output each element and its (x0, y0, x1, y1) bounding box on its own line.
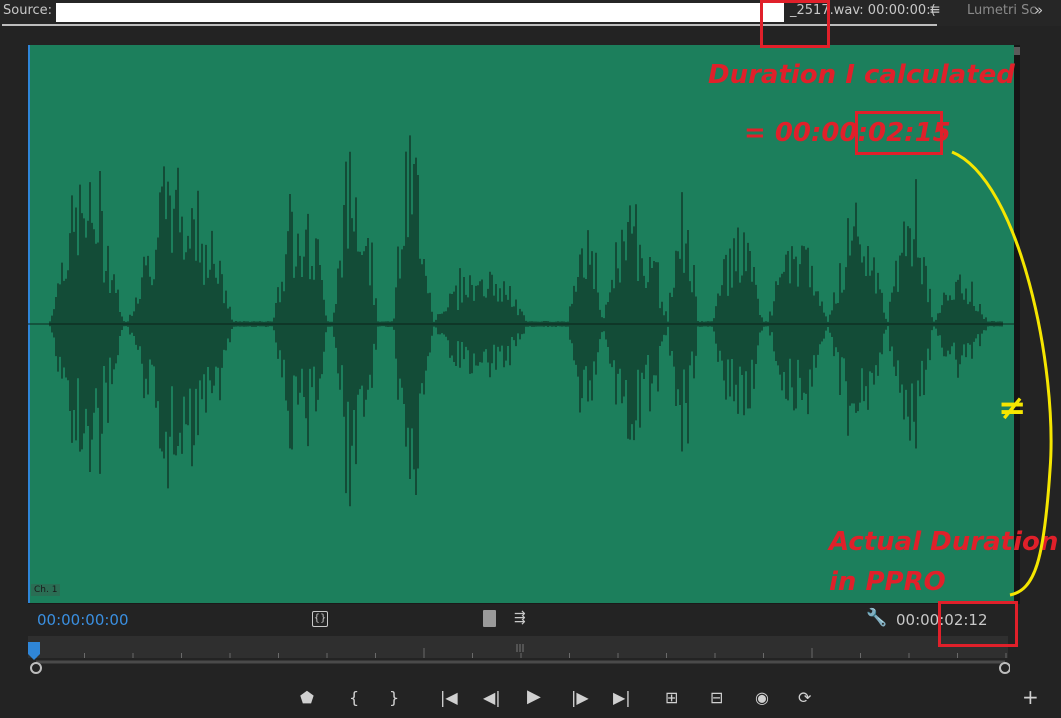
add-button-icon[interactable]: + (1022, 685, 1039, 709)
annotation-actual-sub: in PPRO (829, 567, 946, 597)
export-frame-icon[interactable]: ◉ (755, 688, 769, 707)
go-to-out-icon[interactable]: ▶| (613, 688, 631, 707)
mark-out-icon[interactable]: } (389, 688, 399, 707)
drag-audio-icon[interactable]: ⇶ (514, 610, 526, 626)
channel-label: Ch. 1 (31, 584, 61, 596)
playhead-timecode[interactable]: 00:00:00:00 (37, 611, 129, 629)
drag-video-icon[interactable] (483, 610, 496, 627)
hamburger-menu-icon[interactable]: ≡ (929, 2, 941, 18)
wrench-icon[interactable]: 🔧 (866, 608, 887, 628)
replace-icon[interactable]: ⟳ (798, 688, 811, 707)
overwrite-icon[interactable]: ⊟ (710, 688, 723, 707)
redacted-filename (56, 3, 784, 22)
annotation-calculated-label: Duration I calculated (708, 60, 1015, 90)
add-marker-icon[interactable]: ⬟ (300, 688, 314, 707)
tab-lumetri-scopes[interactable]: Lumetri Sc (967, 3, 1037, 18)
insert-clip-icon[interactable]: {} (312, 611, 328, 627)
mark-in-icon[interactable]: { (349, 688, 359, 707)
go-to-in-icon[interactable]: |◀ (440, 688, 458, 707)
double-chevron-right-icon[interactable]: » (1034, 1, 1043, 19)
time-ruler-graphic (28, 642, 1010, 674)
step-back-icon[interactable]: ◀| (483, 688, 501, 707)
step-forward-icon[interactable]: |▶ (571, 688, 589, 707)
play-icon[interactable]: ▶ (527, 686, 541, 707)
annotation-box-filename (760, 0, 830, 48)
insert-icon[interactable]: ⊞ (665, 688, 678, 707)
annotation-arrow (951, 150, 1053, 597)
annotation-box-calculated (855, 111, 943, 155)
